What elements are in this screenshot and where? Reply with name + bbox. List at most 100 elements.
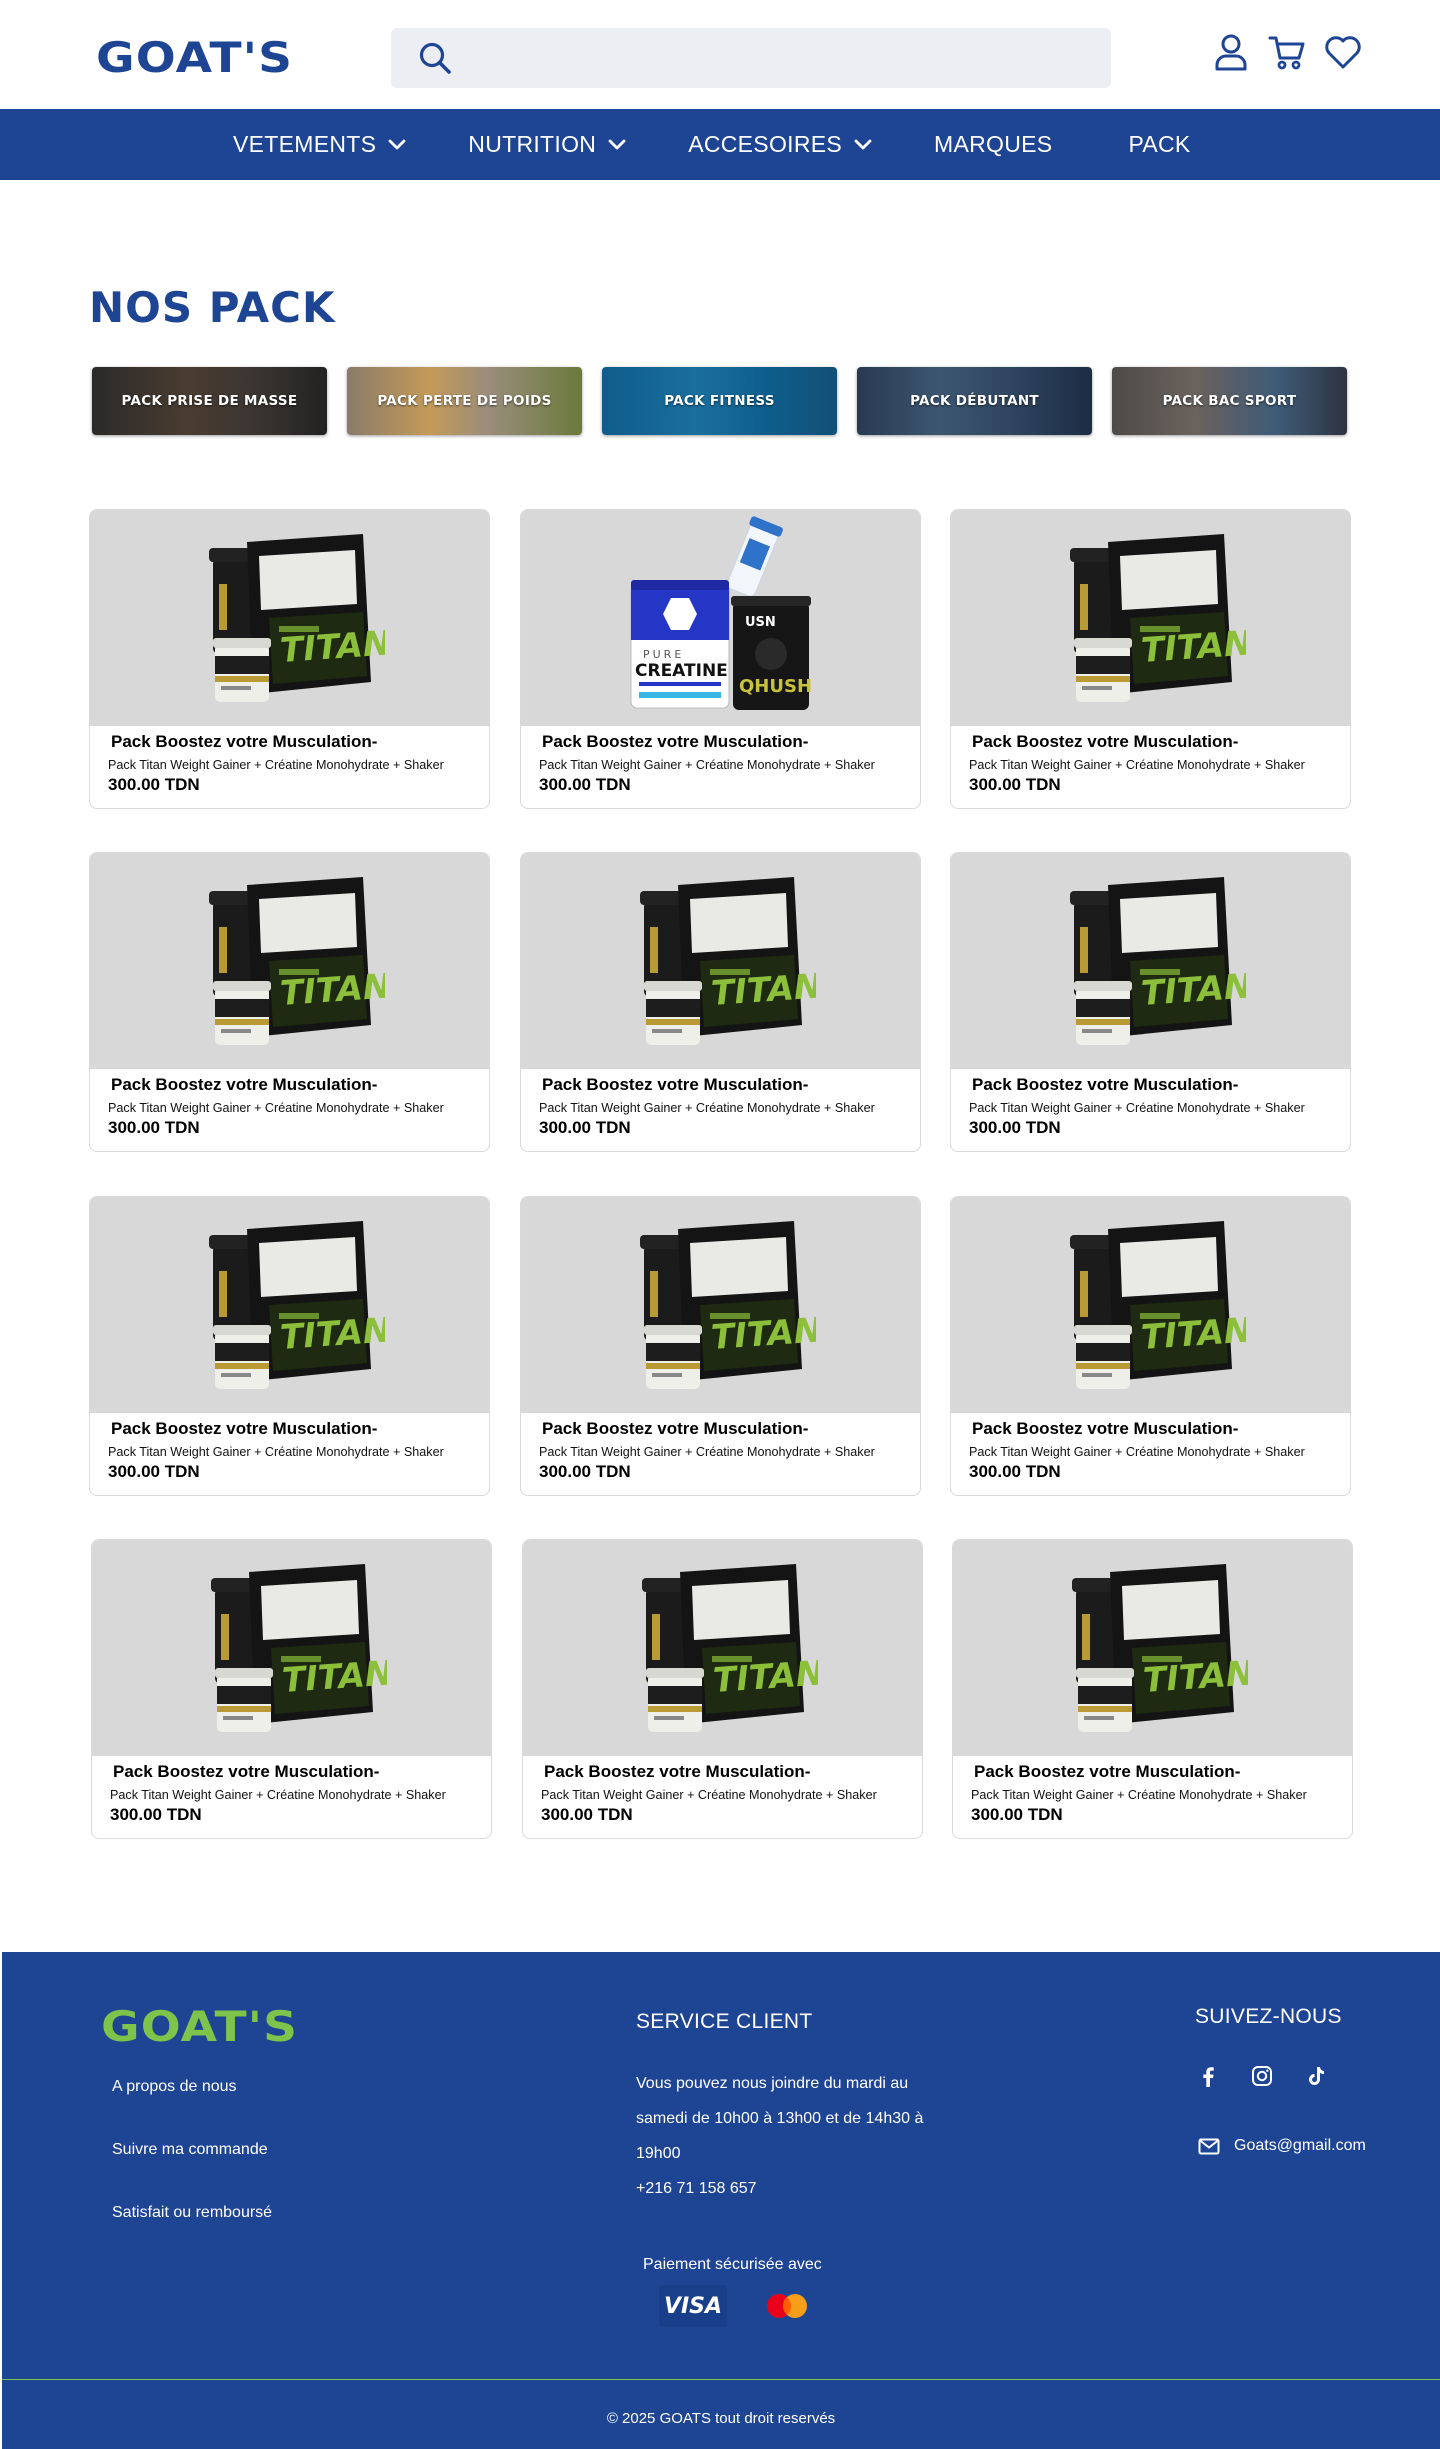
product-description: Pack Titan Weight Gainer + Créatine Mono… xyxy=(969,1445,1305,1459)
user-icon[interactable] xyxy=(1212,32,1250,72)
product-name[interactable]: Pack Boostez votre Musculation- xyxy=(542,1419,808,1439)
product-price: 300.00 TDN xyxy=(539,1118,631,1137)
instagram-icon[interactable] xyxy=(1246,2060,1278,2092)
product-card[interactable]: PURE CREATINE USN QHUSH Pack Boostez vot… xyxy=(520,509,921,809)
svg-text:CREATINE: CREATINE xyxy=(635,661,728,681)
footer-email-text[interactable]: Goats@gmail.com xyxy=(1234,2137,1366,2155)
nav-item-label: VETEMENTS xyxy=(233,131,377,157)
product-card[interactable]: TITAN Pack Boostez votre Musculation- Pac… xyxy=(91,1539,492,1839)
product-price: 300.00 TDN xyxy=(108,775,200,794)
product-price: 300.00 TDN xyxy=(108,1118,200,1137)
product-price: 300.00 TDN xyxy=(110,1805,202,1824)
product-name[interactable]: Pack Boostez votre Musculation- xyxy=(544,1762,810,1782)
nav-item-label: ACCESOIRES xyxy=(688,131,843,157)
nav-item-label: PACK xyxy=(1128,131,1191,157)
product-card[interactable]: TITAN Pack Boostez votre Musculation- Pac… xyxy=(950,852,1351,1152)
heart-icon[interactable] xyxy=(1324,32,1362,72)
service-hours-line3: 19h00 xyxy=(636,2145,681,2162)
nav-item-accesoires[interactable]: ACCESOIRES xyxy=(688,131,872,158)
product-name[interactable]: Pack Boostez votre Musculation- xyxy=(974,1762,1240,1782)
chevron-down-icon xyxy=(854,139,872,149)
product-image[interactable]: TITAN xyxy=(92,1540,491,1756)
facebook-icon[interactable] xyxy=(1192,2060,1224,2092)
copyright: © 2025 GOATS tout droit reservés xyxy=(606,2410,836,2427)
product-card[interactable]: TITAN Pack Boostez votre Musculation- Pac… xyxy=(89,509,490,809)
follow-us-heading: SUIVEZ-NOUS xyxy=(1195,2005,1342,2028)
product-name[interactable]: Pack Boostez votre Musculation- xyxy=(972,732,1238,752)
mail-icon xyxy=(1198,2138,1220,2154)
page-title: NOS PACK xyxy=(89,283,336,332)
product-image[interactable]: TITAN xyxy=(90,1197,489,1413)
nav-item-marques[interactable]: MARQUES xyxy=(934,131,1052,158)
product-card[interactable]: TITAN Pack Boostez votre Musculation- Pac… xyxy=(522,1539,923,1839)
category-banner-debutant[interactable]: PACK DÉBUTANT xyxy=(857,367,1092,435)
product-price: 300.00 TDN xyxy=(539,775,631,794)
product-description: Pack Titan Weight Gainer + Créatine Mono… xyxy=(539,1445,875,1459)
product-description: Pack Titan Weight Gainer + Créatine Mono… xyxy=(108,758,444,772)
cart-icon[interactable] xyxy=(1268,32,1306,72)
site-logo[interactable]: GOAT'S xyxy=(96,34,293,82)
nav-item-vetements[interactable]: VETEMENTS xyxy=(233,131,406,158)
product-name[interactable]: Pack Boostez votre Musculation- xyxy=(972,1419,1238,1439)
product-price: 300.00 TDN xyxy=(969,775,1061,794)
category-banner-fitness[interactable]: PACK FITNESS xyxy=(602,367,837,435)
product-image[interactable]: TITAN xyxy=(951,853,1350,1069)
footer-link-refund[interactable]: Satisfait ou remboursé xyxy=(112,2204,272,2222)
product-description: Pack Titan Weight Gainer + Créatine Mono… xyxy=(108,1101,444,1115)
product-card[interactable]: TITAN Pack Boostez votre Musculation- Pac… xyxy=(520,852,921,1152)
product-card[interactable]: TITAN Pack Boostez votre Musculation- Pac… xyxy=(89,1196,490,1496)
product-image[interactable]: PURE CREATINE USN QHUSH xyxy=(521,510,920,726)
search-input[interactable] xyxy=(469,38,1089,78)
product-image[interactable]: TITAN xyxy=(951,1197,1350,1413)
footer-link-track-order[interactable]: Suivre ma commande xyxy=(112,2141,268,2159)
product-card[interactable]: TITAN Pack Boostez votre Musculation- Pac… xyxy=(952,1539,1353,1839)
product-name[interactable]: Pack Boostez votre Musculation- xyxy=(113,1762,379,1782)
product-name[interactable]: Pack Boostez votre Musculation- xyxy=(542,1075,808,1095)
product-card[interactable]: TITAN Pack Boostez votre Musculation- Pac… xyxy=(520,1196,921,1496)
product-image[interactable]: TITAN xyxy=(90,853,489,1069)
product-price: 300.00 TDN xyxy=(969,1118,1061,1137)
category-banner-bac-sport[interactable]: PACK BAC SPORT xyxy=(1112,367,1347,435)
service-phone[interactable]: +216 71 158 657 xyxy=(636,2171,757,2206)
product-price: 300.00 TDN xyxy=(971,1805,1063,1824)
product-image[interactable]: TITAN xyxy=(523,1540,922,1756)
footer-link-about[interactable]: A propos de nous xyxy=(112,2078,237,2096)
search-bar[interactable] xyxy=(391,28,1111,88)
product-card[interactable]: TITAN Pack Boostez votre Musculation- Pac… xyxy=(950,1196,1351,1496)
product-description: Pack Titan Weight Gainer + Créatine Mono… xyxy=(969,1101,1305,1115)
product-name[interactable]: Pack Boostez votre Musculation- xyxy=(111,1075,377,1095)
category-banner-label: PACK DÉBUTANT xyxy=(910,393,1039,409)
product-image[interactable]: TITAN xyxy=(521,1197,920,1413)
category-banner-prise-de-masse[interactable]: PACK PRISE DE MASSE xyxy=(92,367,327,435)
product-image[interactable]: TITAN xyxy=(953,1540,1352,1756)
product-image[interactable]: TITAN xyxy=(90,510,489,726)
category-banner-label: PACK BAC SPORT xyxy=(1162,393,1297,409)
main-nav: VETEMENTS NUTRITION ACCESOIRES MARQUES PACK xyxy=(0,109,1440,180)
product-description: Pack Titan Weight Gainer + Créatine Mono… xyxy=(108,1445,444,1459)
product-name[interactable]: Pack Boostez votre Musculation- xyxy=(972,1075,1238,1095)
product-price: 300.00 TDN xyxy=(539,1462,631,1481)
product-card[interactable]: TITAN Pack Boostez votre Musculation- Pac… xyxy=(950,509,1351,809)
chevron-down-icon xyxy=(608,139,626,149)
nav-item-nutrition[interactable]: NUTRITION xyxy=(468,131,626,158)
product-name[interactable]: Pack Boostez votre Musculation- xyxy=(542,732,808,752)
svg-text:QHUSH: QHUSH xyxy=(739,676,812,697)
payment-label: Paiement sécurisée avec xyxy=(643,2256,822,2273)
category-banner-label: PACK PERTE DE POIDS xyxy=(377,393,552,409)
category-banner-perte-de-poids[interactable]: PACK PERTE DE POIDS xyxy=(347,367,582,435)
search-icon[interactable] xyxy=(417,40,453,76)
product-name[interactable]: Pack Boostez votre Musculation- xyxy=(111,1419,377,1439)
tiktok-icon[interactable] xyxy=(1300,2060,1332,2092)
nav-item-pack[interactable]: PACK xyxy=(1128,131,1190,158)
product-description: Pack Titan Weight Gainer + Créatine Mono… xyxy=(971,1788,1307,1802)
service-hours-line2: samedi de 10h00 à 13h00 et de 14h30 à xyxy=(636,2110,924,2127)
footer-email[interactable]: Goats@gmail.com xyxy=(1198,2137,1366,2155)
category-banner-label: PACK PRISE DE MASSE xyxy=(121,393,298,409)
product-description: Pack Titan Weight Gainer + Créatine Mono… xyxy=(541,1788,877,1802)
footer-logo[interactable]: GOAT'S xyxy=(101,2002,298,2051)
svg-text:PURE: PURE xyxy=(643,648,684,661)
product-image[interactable]: TITAN xyxy=(951,510,1350,726)
product-image[interactable]: TITAN xyxy=(521,853,920,1069)
product-card[interactable]: TITAN Pack Boostez votre Musculation- Pac… xyxy=(89,852,490,1152)
product-name[interactable]: Pack Boostez votre Musculation- xyxy=(111,732,377,752)
